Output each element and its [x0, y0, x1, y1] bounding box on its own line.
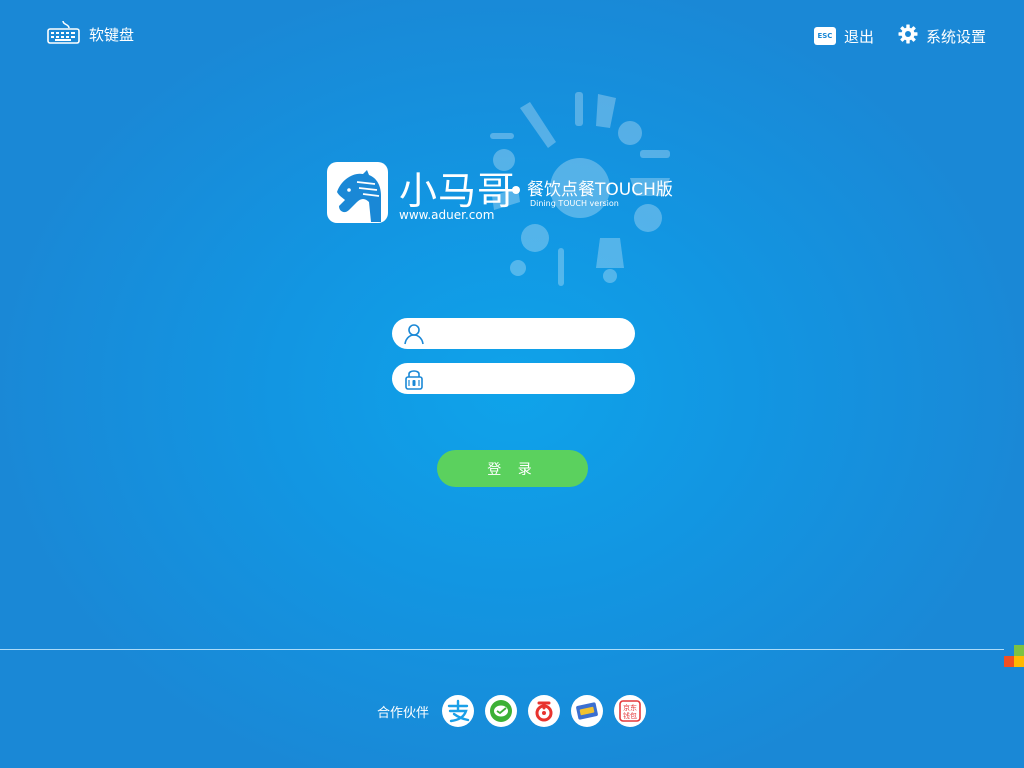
login-button[interactable]: 登 录 — [437, 450, 588, 487]
product-subtitle: Dining TOUCH version — [530, 199, 619, 208]
gear-icon — [898, 24, 918, 48]
windows-logo-icon — [1004, 645, 1024, 667]
soft-keyboard-label: 软键盘 — [89, 25, 135, 44]
system-settings-label: 系统设置 — [925, 27, 986, 46]
product-title: 餐饮点餐TOUCH版 — [527, 180, 673, 200]
jd-wallet-icon: 京东钱包 — [614, 695, 647, 727]
alipay-icon — [442, 695, 475, 727]
partners-bar: 合作伙伴 京东钱包 — [377, 695, 647, 727]
username-input[interactable] — [429, 320, 635, 347]
partners-label: 合作伙伴 — [377, 705, 430, 721]
brand-dot — [512, 186, 520, 194]
exit-button[interactable]: ESC 退出 — [813, 26, 874, 47]
soft-keyboard-button[interactable]: 软键盘 — [47, 20, 134, 48]
horse-logo-icon — [327, 162, 388, 223]
password-input[interactable] — [429, 365, 635, 392]
brand-name: 小马哥 — [399, 169, 517, 213]
user-icon — [399, 318, 429, 349]
baidu-wallet-icon — [528, 695, 561, 727]
jd-wallet-text-line1: 京东钱包 — [623, 703, 637, 720]
brand-url: www.aduer.com — [399, 208, 495, 222]
lock-icon — [399, 363, 429, 394]
username-field-container[interactable] — [392, 318, 635, 349]
exit-label: 退出 — [843, 27, 874, 46]
wechat-pay-icon — [485, 695, 518, 727]
esc-key-icon: ESC — [813, 27, 836, 45]
topbar-actions: ESC 退出 系统设置 — [813, 24, 986, 48]
password-field-container[interactable] — [392, 363, 635, 394]
footer-divider — [0, 649, 1004, 650]
system-settings-button[interactable]: 系统设置 — [898, 24, 986, 48]
card-pay-icon — [571, 695, 604, 727]
keyboard-icon — [47, 20, 80, 48]
